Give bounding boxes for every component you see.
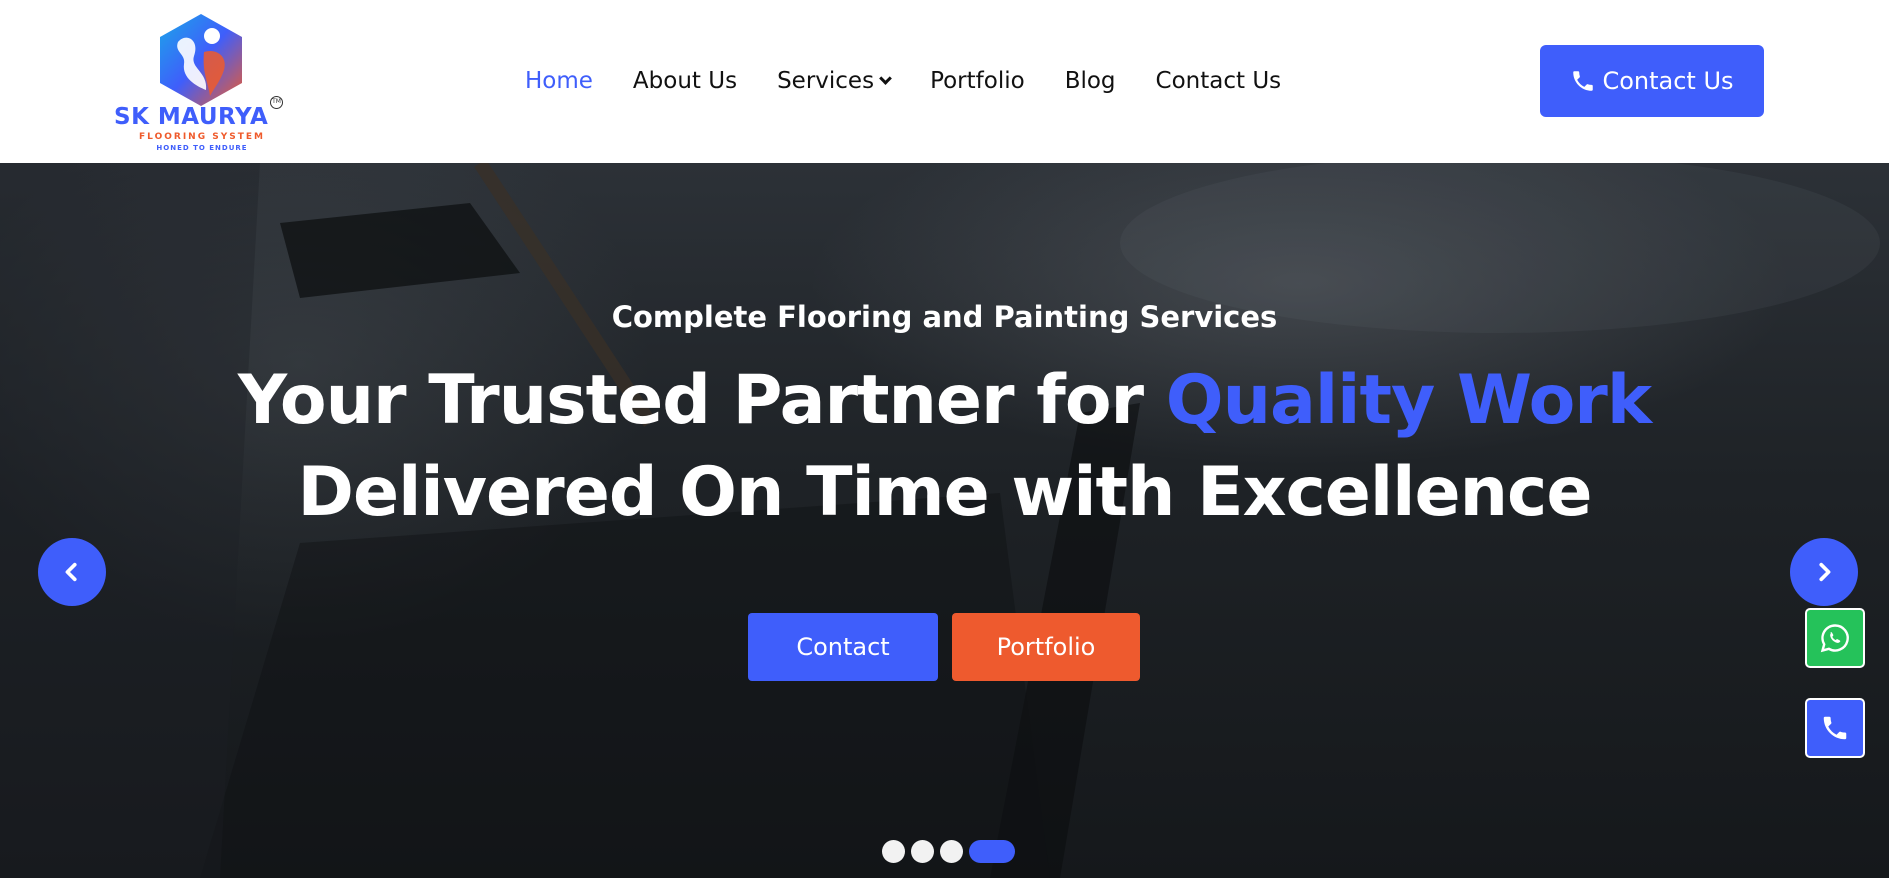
chevron-left-icon [65,562,77,582]
hero-title-line-2: Delivered On Time with Excellence [297,453,1593,532]
nav-item-contact-us[interactable]: Contact Us [1156,68,1282,94]
floating-call-button[interactable] [1805,698,1865,758]
phone-icon [1823,716,1847,740]
nav-item-label: Services [777,68,875,94]
logo-subtitle: FLOORING SYSTEM [139,132,265,142]
hero-title-highlight: Quality Work [1165,361,1652,440]
slider-dot[interactable] [882,839,905,863]
phone-icon [1573,71,1594,91]
nav-item-label: Contact Us [1155,68,1282,94]
header-contact-button[interactable]: Contact Us [1540,45,1764,117]
slider-next-button[interactable] [1790,538,1858,606]
nav-item-services[interactable]: Services [777,68,892,94]
nav-item-label: Portfolio [930,68,1025,94]
hero-title-text: Your Trusted Partner for [237,361,1166,440]
logo-mark-icon [160,14,242,106]
slider-prev-button[interactable] [38,538,106,606]
whatsapp-button[interactable] [1805,608,1865,668]
nav-item-portfolio[interactable]: Portfolio [930,68,1025,94]
nav-item-label: About Us [632,68,738,94]
nav-item-label: Home [525,68,593,94]
nav-item-about-us[interactable]: About Us [633,68,737,94]
chevron-down-icon [879,71,892,85]
nav-item-label: Blog [1064,68,1116,94]
slider-dot[interactable] [911,839,934,863]
main-nav: Home About Us Services Portfolio Blog Co… [525,64,1321,98]
hero-portfolio-button[interactable]: Portfolio [952,613,1140,681]
hero-contact-button[interactable]: Contact [748,613,938,681]
chevron-right-icon [1819,562,1831,582]
header-contact-label: Contact Us [1602,67,1734,95]
slider-dot-active[interactable] [969,839,1015,863]
hero-subtitle: Complete Flooring and Painting Services [611,300,1278,334]
trademark-badge: TM [270,96,283,109]
site-logo[interactable]: SK MAURYA TM FLOORING SYSTEM HONED TO EN… [114,12,290,152]
whatsapp-icon [1820,624,1849,653]
nav-item-blog[interactable]: Blog [1065,68,1116,94]
logo-name: SK MAURYA [114,104,269,130]
slider-pagination [882,839,1015,863]
hero-slider: Complete Flooring and Painting Services … [0,163,1889,878]
hero-title-line-1: Your Trusted Partner for Quality Work [0,361,1889,440]
slider-dot[interactable] [940,839,963,863]
logo-tagline: HONED TO ENDURE [156,144,248,152]
site-header: SK MAURYA TM FLOORING SYSTEM HONED TO EN… [0,0,1889,163]
nav-item-home[interactable]: Home [525,68,593,94]
